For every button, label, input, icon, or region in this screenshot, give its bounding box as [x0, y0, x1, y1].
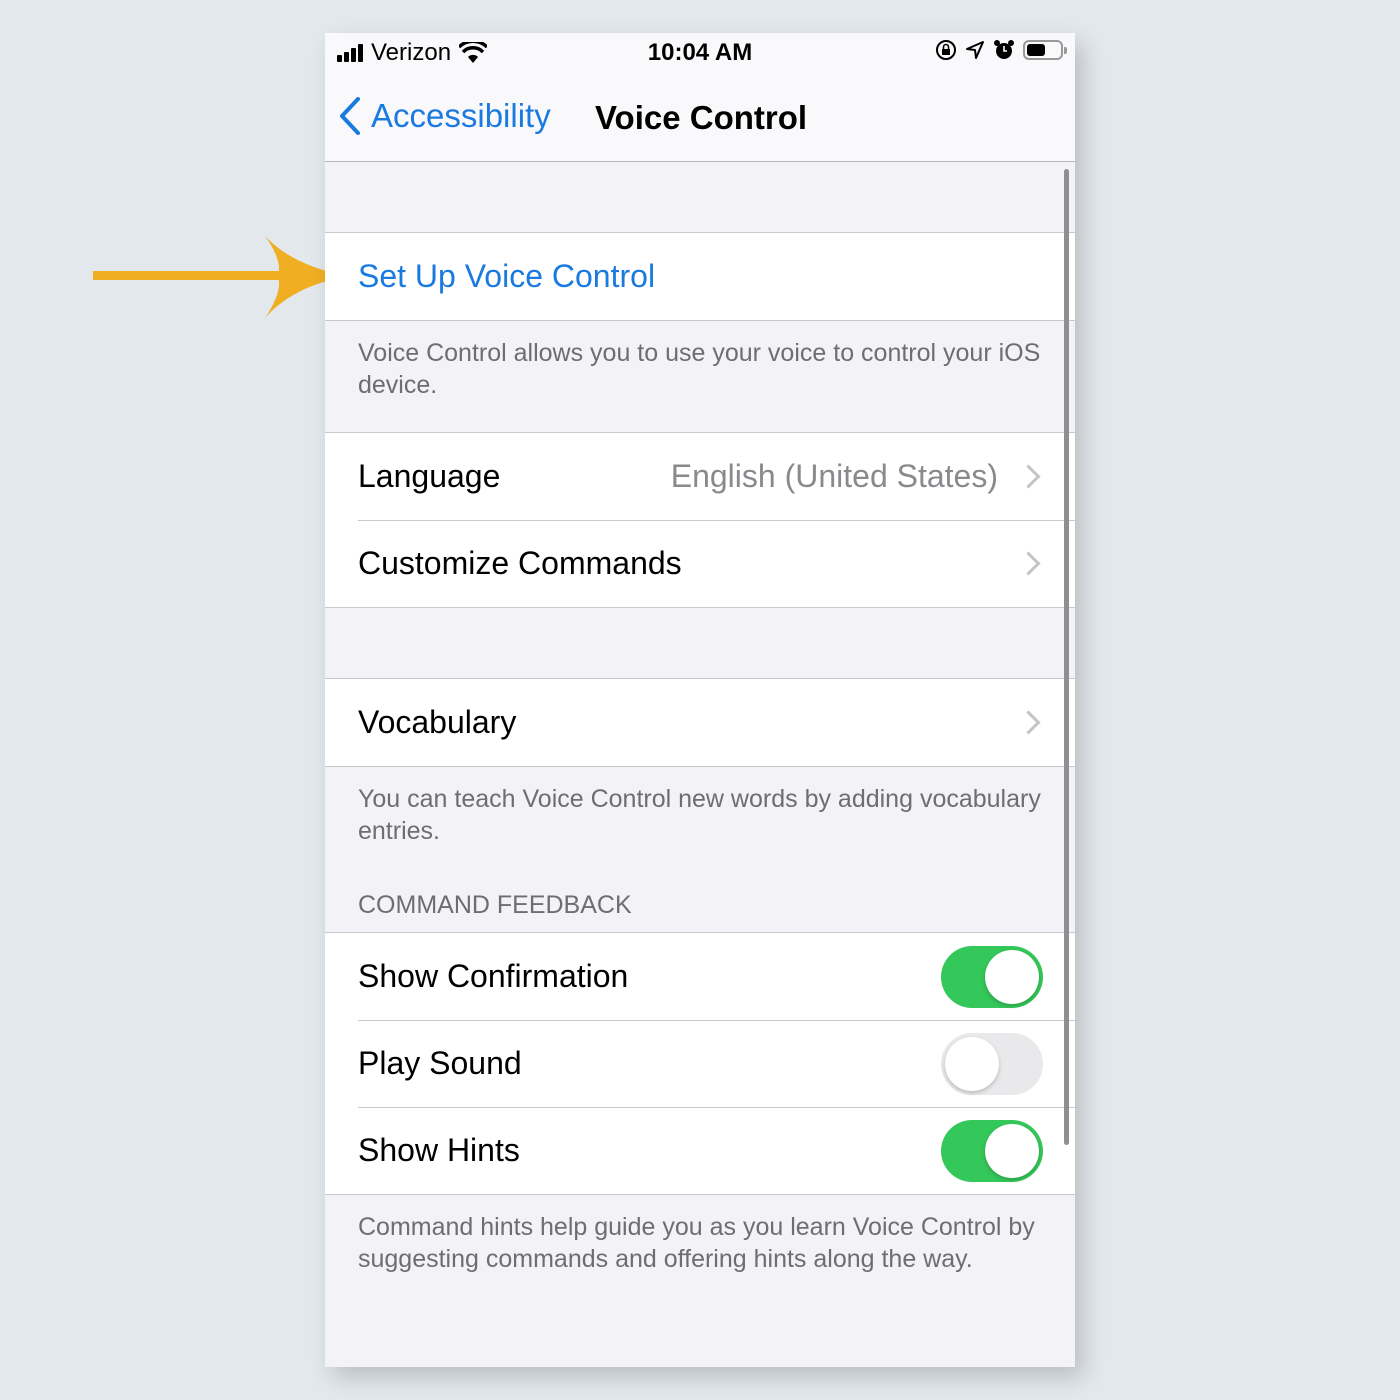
set-up-voice-control-button[interactable]: Set Up Voice Control: [325, 233, 1075, 320]
command-feedback-header: COMMAND FEEDBACK: [358, 891, 632, 919]
command-feedback-footer: Command hints help guide you as you lear…: [358, 1213, 1035, 1273]
show-hints-toggle[interactable]: [941, 1119, 1043, 1182]
back-button[interactable]: Accessibility: [339, 97, 551, 135]
play-sound-row: Play Sound: [325, 1020, 1075, 1107]
show-confirmation-row: Show Confirmation: [325, 933, 1075, 1020]
chevron-right-icon: [1016, 464, 1041, 489]
language-group: Language English (United States) Customi…: [325, 432, 1075, 608]
scrollbar[interactable]: [1064, 169, 1069, 1145]
language-value: English (United States): [670, 458, 998, 494]
language-row[interactable]: Language English (United States): [325, 433, 1075, 520]
vocabulary-footer: You can teach Voice Control new words by…: [358, 785, 1041, 845]
navigation-bar: Accessibility Voice Control: [325, 75, 1075, 162]
play-sound-toggle[interactable]: [941, 1032, 1043, 1095]
vocabulary-row[interactable]: Vocabulary: [325, 679, 1075, 766]
show-confirmation-toggle[interactable]: [941, 945, 1043, 1008]
chevron-right-icon: [1016, 710, 1041, 735]
status-bar: Verizon 10:04 AM: [325, 33, 1075, 75]
show-confirmation-label: Show Confirmation: [358, 958, 629, 994]
battery-icon: [1023, 40, 1067, 60]
show-hints-row: Show Hints: [325, 1107, 1075, 1194]
language-label: Language: [358, 458, 501, 494]
setup-footer: Voice Control allows you to use your voi…: [358, 339, 1041, 399]
customize-commands-row[interactable]: Customize Commands: [325, 520, 1075, 607]
back-label: Accessibility: [371, 97, 551, 134]
page-title: Voice Control: [595, 99, 808, 136]
set-up-voice-control-label: Set Up Voice Control: [358, 258, 656, 294]
location-icon: [966, 41, 984, 59]
phone-screen: Verizon 10:04 AM Accessibility Voice Con…: [325, 33, 1075, 1367]
chevron-left-icon: [340, 97, 360, 135]
vocabulary-label: Vocabulary: [358, 704, 517, 740]
play-sound-label: Play Sound: [358, 1045, 522, 1081]
setup-group: Set Up Voice Control: [325, 232, 1075, 321]
vocabulary-group: Vocabulary: [325, 678, 1075, 767]
orientation-lock-icon: [936, 40, 956, 60]
command-feedback-group: Show Confirmation Play Sound Show Hints: [325, 932, 1075, 1195]
show-hints-label: Show Hints: [358, 1132, 520, 1168]
customize-commands-label: Customize Commands: [358, 545, 682, 581]
chevron-right-icon: [1016, 551, 1041, 576]
alarm-icon: [994, 40, 1014, 59]
annotation-arrow-icon: [93, 236, 348, 318]
settings-list: Set Up Voice Control Voice Control allow…: [325, 162, 1075, 1275]
